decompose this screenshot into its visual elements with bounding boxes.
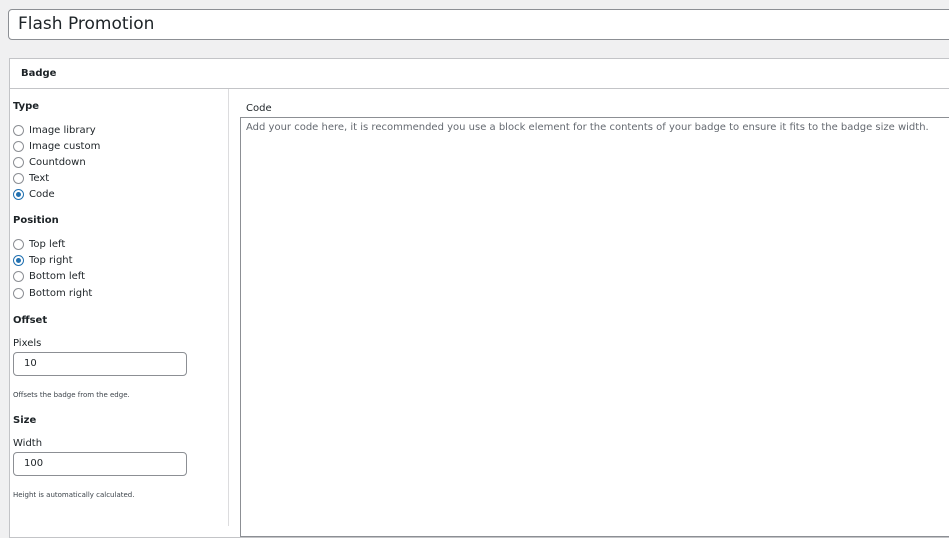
position-option-bottom-left[interactable]: Bottom left bbox=[13, 269, 85, 284]
post-title-input[interactable]: Flash Promotion bbox=[8, 9, 949, 40]
type-heading: Type bbox=[13, 101, 40, 112]
position-option-label: Top left bbox=[29, 239, 66, 250]
size-heading: Size bbox=[13, 415, 37, 426]
type-option-countdown[interactable]: Countdown bbox=[13, 155, 86, 170]
type-option-label: Countdown bbox=[29, 157, 86, 168]
radio-icon[interactable] bbox=[13, 255, 24, 266]
radio-icon[interactable] bbox=[13, 189, 24, 200]
radio-icon[interactable] bbox=[13, 141, 24, 152]
position-option-top-left[interactable]: Top left bbox=[13, 237, 65, 252]
type-option-label: Image library bbox=[29, 125, 96, 136]
offset-heading: Offset bbox=[13, 315, 48, 326]
offset-help-text: Offsets the badge from the edge. bbox=[13, 391, 130, 399]
width-input[interactable]: 100 bbox=[13, 452, 187, 476]
width-label: Width bbox=[13, 438, 43, 449]
code-label: Code bbox=[246, 103, 272, 114]
badge-panel-header: Badge bbox=[10, 59, 949, 89]
radio-icon[interactable] bbox=[13, 173, 24, 184]
type-option-code[interactable]: Code bbox=[13, 187, 55, 202]
size-help-text: Height is automatically calculated. bbox=[13, 491, 135, 499]
sidebar-divider bbox=[228, 89, 229, 526]
position-option-label: Bottom left bbox=[29, 271, 86, 282]
position-option-bottom-right[interactable]: Bottom right bbox=[13, 286, 92, 301]
position-option-top-right[interactable]: Top right bbox=[13, 253, 73, 268]
position-heading: Position bbox=[13, 215, 59, 226]
pixels-input[interactable]: 10 bbox=[13, 352, 187, 376]
radio-icon[interactable] bbox=[13, 157, 24, 168]
type-option-label: Text bbox=[29, 173, 50, 184]
radio-icon[interactable] bbox=[13, 271, 24, 282]
radio-icon[interactable] bbox=[13, 288, 24, 299]
position-option-label: Bottom right bbox=[29, 288, 93, 299]
type-option-image-library[interactable]: Image library bbox=[13, 123, 96, 138]
type-option-text[interactable]: Text bbox=[13, 171, 49, 186]
pixels-label: Pixels bbox=[13, 338, 42, 349]
position-option-label: Top right bbox=[29, 255, 73, 266]
type-option-image-custom[interactable]: Image custom bbox=[13, 139, 100, 154]
radio-icon[interactable] bbox=[13, 239, 24, 250]
code-textarea[interactable]: Add your code here, it is recommended yo… bbox=[240, 117, 949, 537]
type-option-label: Image custom bbox=[29, 141, 101, 152]
radio-icon[interactable] bbox=[13, 125, 24, 136]
type-option-label: Code bbox=[29, 189, 55, 200]
